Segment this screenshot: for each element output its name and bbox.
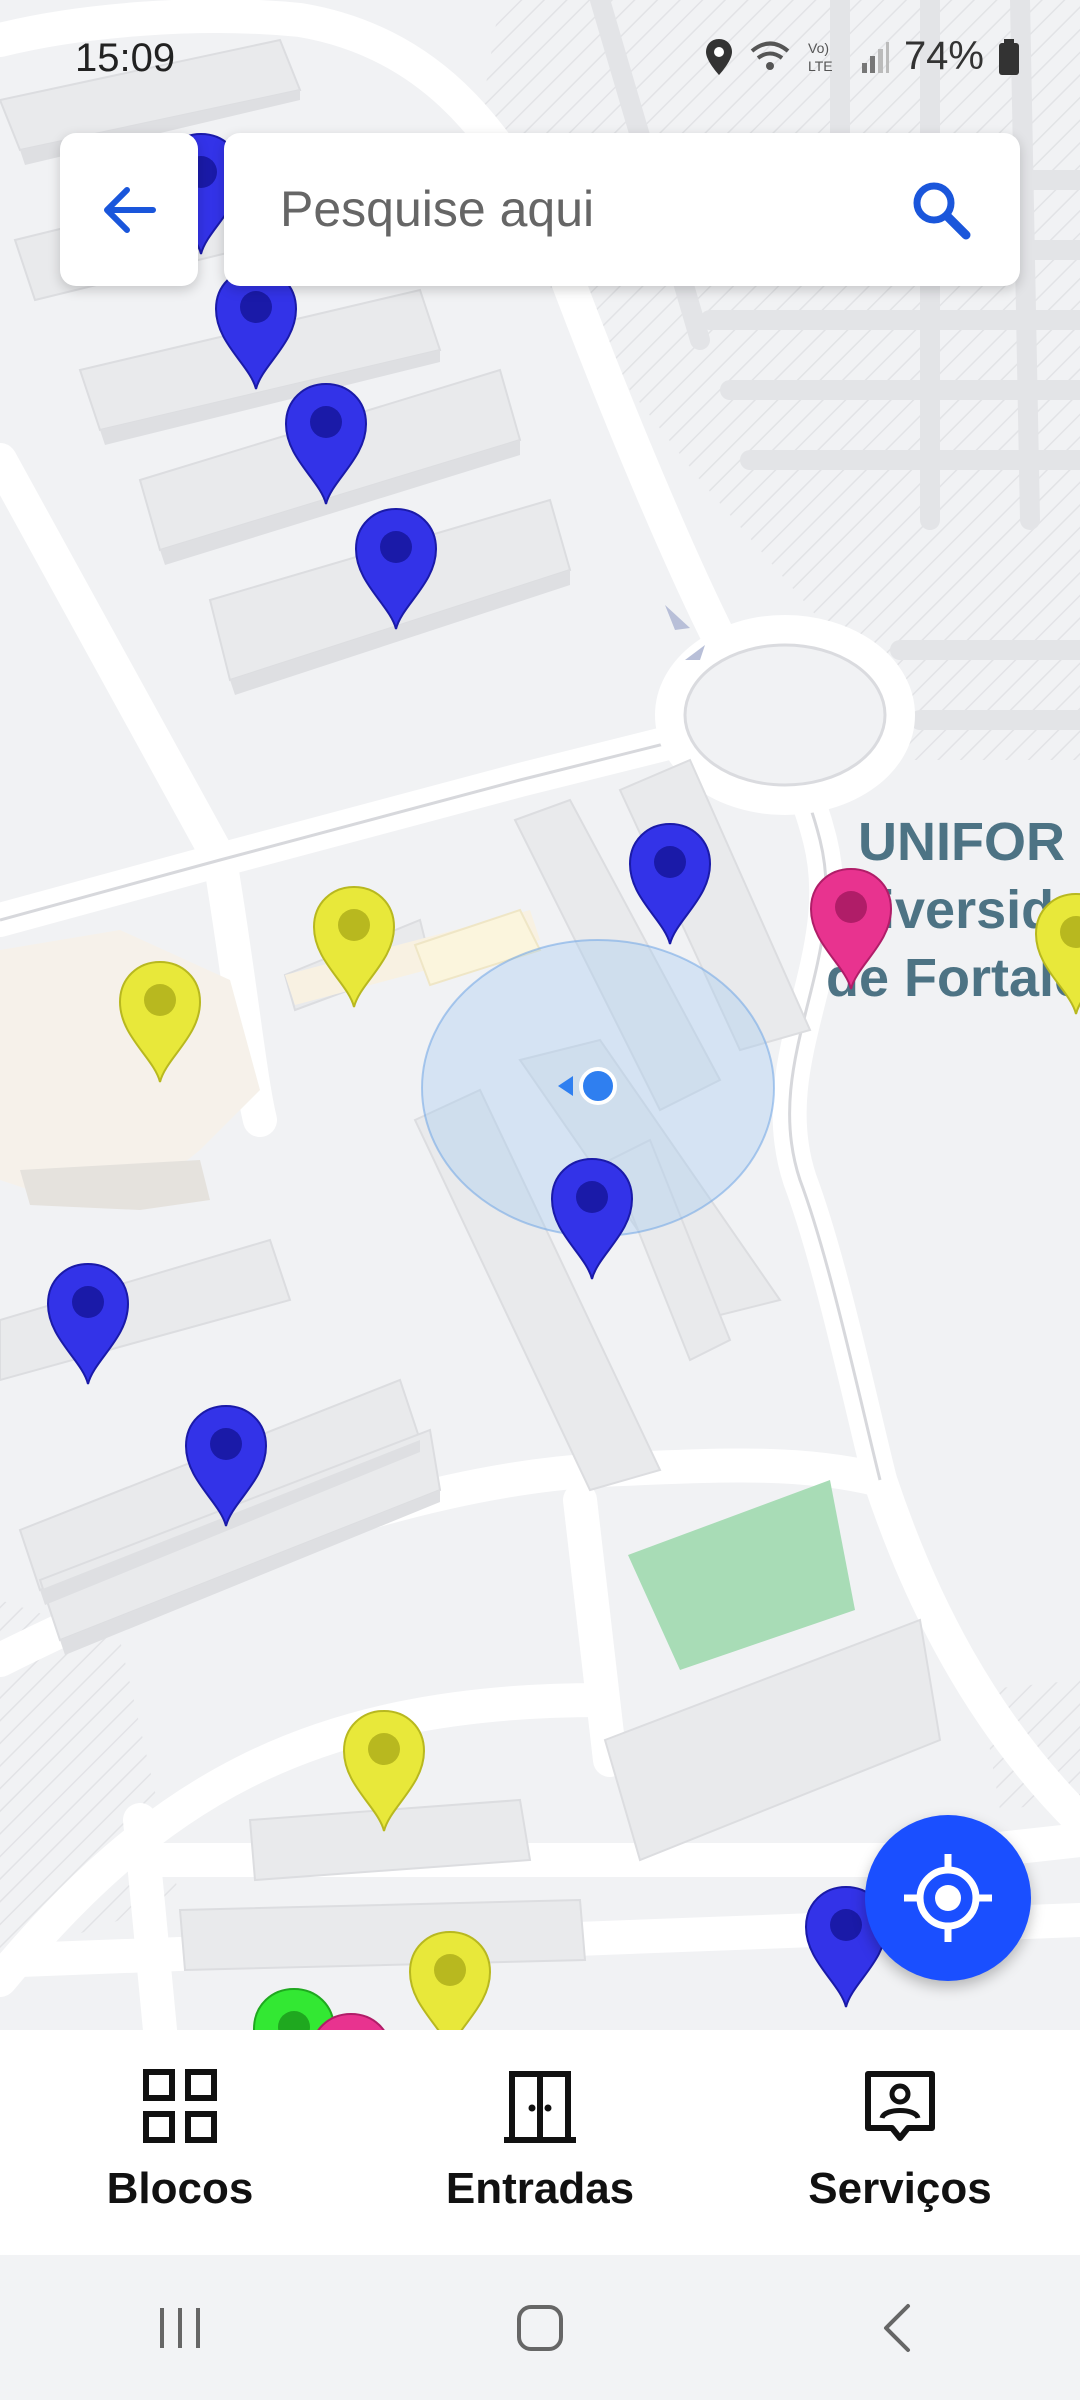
nav-item-entradas[interactable]: Entradas: [360, 2030, 720, 2255]
map-pin-icon: [809, 867, 893, 990]
map-pin-icon: [628, 822, 712, 945]
map-pin-icon: [118, 960, 202, 1083]
door-icon: [504, 2071, 576, 2143]
map-pin-yellow[interactable]: [114, 958, 206, 1086]
map-pin-icon: [184, 1404, 268, 1527]
map-pin-icon: [46, 1262, 130, 1385]
location-icon: [705, 38, 732, 75]
status-bar: 15:09 Vo) LTE 74%: [0, 0, 1080, 120]
map-view[interactable]: UNIFOR - iversid de Fortale: [0, 0, 1080, 2030]
bottom-navigation: Blocos Entradas Serviços: [0, 2030, 1080, 2255]
search-bar[interactable]: [224, 133, 1020, 286]
map-pin-blue[interactable]: [546, 1155, 638, 1283]
nav-item-label: Entradas: [445, 2164, 635, 2213]
map-pin-blue[interactable]: [42, 1260, 134, 1388]
search-icon[interactable]: [906, 175, 976, 245]
nav-item-label: Blocos: [106, 2164, 254, 2213]
svg-text:LTE: LTE: [808, 58, 833, 74]
battery-icon: [999, 38, 1019, 75]
map-pin-icon: [1034, 892, 1080, 1015]
map-pin-icon: [408, 1930, 492, 2030]
map-pin-icon: [312, 885, 396, 1008]
volte-icon: Vo) LTE: [808, 40, 833, 74]
map-pin-yellow[interactable]: [1030, 890, 1080, 1018]
map-pin-blue[interactable]: [624, 820, 716, 948]
signal-icon: [861, 41, 889, 73]
crosshair-icon: [904, 1854, 992, 1942]
status-time: 15:09: [75, 36, 176, 80]
map-pin-pink[interactable]: [805, 865, 897, 993]
map-pin-blue[interactable]: [180, 1402, 272, 1530]
battery-percent: 74%: [903, 34, 984, 78]
system-navigation-bar: [0, 2255, 1080, 2400]
map-pin-icon: [317, 2012, 385, 2030]
svg-text:Vo): Vo): [808, 40, 829, 56]
home-icon[interactable]: [510, 2298, 570, 2358]
map-pin-pink[interactable]: [305, 2010, 397, 2030]
map-pin-icon: [354, 507, 438, 630]
map-pin-blue[interactable]: [280, 380, 372, 508]
wifi-icon: [750, 41, 790, 70]
map-pin-icon: [550, 1157, 634, 1280]
my-location-button[interactable]: [865, 1815, 1031, 1981]
arrow-back-icon: [104, 186, 156, 233]
map-pin-yellow[interactable]: [404, 1928, 496, 2030]
search-input[interactable]: [278, 163, 882, 255]
back-icon[interactable]: [870, 2298, 930, 2358]
nav-item-label: Serviços: [808, 2164, 992, 2213]
back-button[interactable]: [60, 133, 198, 286]
map-pin-yellow[interactable]: [308, 883, 400, 1011]
grid-icon: [143, 2069, 217, 2143]
recents-icon[interactable]: [150, 2298, 210, 2358]
person-card-icon: [865, 2071, 935, 2141]
nav-item-blocos[interactable]: Blocos: [0, 2030, 360, 2255]
map-pin-yellow[interactable]: [338, 1707, 430, 1835]
map-pin-icon: [284, 382, 368, 505]
map-pin-icon: [342, 1709, 426, 1832]
map-pin-blue[interactable]: [350, 505, 442, 633]
nav-item-servicos[interactable]: Serviços: [720, 2030, 1080, 2255]
